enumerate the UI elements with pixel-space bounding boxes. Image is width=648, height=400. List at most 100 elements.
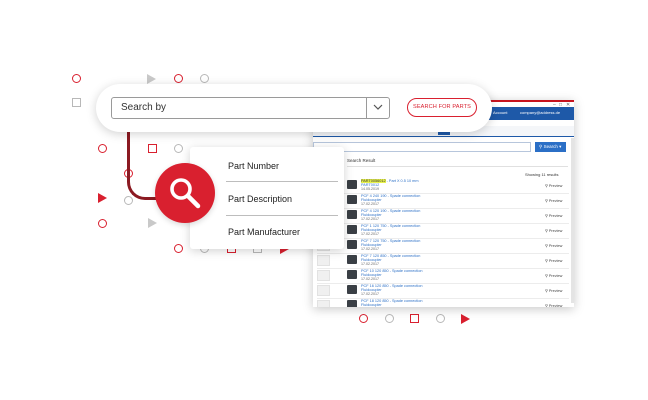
search-button-label: Search (543, 144, 558, 149)
table-row[interactable]: PCF 7 120 850 - Spade connection Fluidcou… (317, 253, 569, 269)
preview-link[interactable]: ⚲ Preview (545, 183, 562, 188)
scrollbar[interactable] (571, 138, 574, 303)
magnifier-icon: ⚲ (545, 289, 548, 293)
search-bar: Search by SEARCH FOR PARTS (96, 84, 492, 132)
part-date: 17.02.2017 (361, 277, 379, 281)
part-date: 17.02.2017 (361, 247, 379, 251)
results-header: Search Result (347, 158, 376, 163)
table-row[interactable]: PCF 1 120 750 - Spade connection Fluidcou… (317, 223, 569, 239)
part-image (347, 210, 357, 219)
brand-thumbnail (317, 300, 330, 307)
option-part-description[interactable]: Part Description (228, 194, 292, 204)
circle-decoration (174, 74, 183, 83)
preview-label: Preview (548, 289, 563, 293)
account-link[interactable]: Account (493, 110, 507, 115)
brand-thumbnail (317, 285, 330, 296)
brand-thumbnail (317, 270, 330, 281)
preview-label: Preview (548, 244, 563, 248)
brand-thumbnail (317, 255, 330, 266)
preview-link[interactable]: ⚲ Preview (545, 258, 562, 263)
divider (226, 215, 338, 216)
preview-link[interactable]: ⚲ Preview (545, 213, 562, 218)
divider (226, 181, 338, 182)
results-search-button[interactable]: ⚲ Search ▾ (535, 142, 566, 152)
preview-link[interactable]: ⚲ Preview (545, 243, 562, 248)
part-image (347, 240, 357, 249)
magnifier-icon: ⚲ (545, 274, 548, 278)
search-for-parts-button[interactable]: SEARCH FOR PARTS (407, 98, 477, 117)
magnifier-icon: ⚲ (545, 214, 548, 218)
table-row[interactable]: PCF 10 120 850 - Spade connection Fluidco… (317, 268, 569, 284)
preview-label: Preview (548, 274, 563, 278)
magnifier-icon: ⚲ (545, 184, 548, 188)
results-search-input[interactable] (313, 142, 531, 152)
chevron-down-icon (373, 104, 383, 110)
magnifier-icon: ⚲ (545, 244, 548, 248)
preview-label: Preview (548, 229, 563, 233)
table-row[interactable]: PCF 16 120 850 - Spade connection Fluidco… (317, 283, 569, 299)
table-row[interactable]: PCF 4 120 190 - Spade connection Fluidcou… (317, 208, 569, 224)
circle-decoration (174, 244, 183, 253)
preview-link[interactable]: ⚲ Preview (545, 288, 562, 293)
preview-label: Preview (548, 304, 563, 307)
triangle-decoration (147, 74, 156, 84)
search-icon-badge (155, 163, 215, 223)
magnifier-icon: ⚲ (545, 199, 548, 203)
circle-decoration (359, 314, 368, 323)
part-date: 17.02.2017 (361, 292, 379, 296)
magnifier-icon: ⚲ (545, 304, 548, 307)
circle-decoration (200, 74, 209, 83)
table-row[interactable]: PART0056012 - Part X 0.5 10 mm PART0012 14… (317, 178, 569, 194)
search-by-select[interactable]: Search by (111, 97, 390, 119)
preview-label: Preview (548, 184, 563, 188)
part-date: 17.02.2017 (361, 217, 379, 221)
part-image (347, 255, 357, 264)
part-date: 17.02.2017 (361, 262, 379, 266)
divider (366, 98, 367, 118)
square-decoration (410, 314, 419, 323)
triangle-decoration (98, 193, 107, 203)
magnifier-icon: ⚲ (545, 259, 548, 263)
part-image (347, 180, 357, 189)
table-row[interactable]: PCF 4 240 190 - Spade connection Fluidcou… (317, 193, 569, 209)
preview-link[interactable]: ⚲ Preview (545, 228, 562, 233)
circle-decoration (436, 314, 445, 323)
circle-decoration (98, 144, 107, 153)
square-decoration (72, 98, 81, 107)
triangle-decoration (461, 314, 470, 324)
option-part-manufacturer[interactable]: Part Manufacturer (228, 227, 300, 237)
search-icon: ⚲ (539, 144, 543, 149)
preview-label: Preview (548, 259, 563, 263)
divider (347, 166, 568, 167)
preview-label: Preview (548, 199, 563, 203)
part-image (347, 270, 357, 279)
circle-decoration (385, 314, 394, 323)
magnifier-icon: ⚲ (545, 229, 548, 233)
part-image (347, 300, 357, 307)
circle-decoration (72, 74, 81, 83)
option-part-number[interactable]: Part Number (228, 161, 279, 171)
chevron-down-icon: ▾ (559, 144, 562, 149)
part-title-suffix: - Part X 0.5 10 mm (385, 179, 419, 183)
active-tab-indicator[interactable] (438, 132, 450, 135)
preview-link[interactable]: ⚲ Preview (545, 198, 562, 203)
part-date: 14.05.2019 (361, 187, 379, 191)
select-value: Search by (121, 102, 167, 113)
search-icon (170, 178, 201, 209)
table-row[interactable]: PCF 7 120 750 - Spade connection Fluidcou… (317, 238, 569, 254)
table-row[interactable]: PCF 18 120 850 - Spade connection Fluidco… (317, 298, 569, 307)
part-date: 17.02.2017 (361, 232, 379, 236)
part-image (347, 195, 357, 204)
results-count: Showing 11 results (525, 172, 559, 177)
part-image (347, 285, 357, 294)
preview-link[interactable]: ⚲ Preview (545, 303, 562, 307)
circle-decoration (174, 144, 183, 153)
part-date: 17.02.2017 (361, 202, 379, 206)
preview-link[interactable]: ⚲ Preview (545, 273, 562, 278)
part-image (347, 225, 357, 234)
triangle-decoration (148, 218, 157, 228)
circle-decoration (98, 219, 107, 228)
user-email[interactable]: company@address.de (520, 110, 560, 115)
circle-decoration (124, 196, 133, 205)
preview-label: Preview (548, 214, 563, 218)
